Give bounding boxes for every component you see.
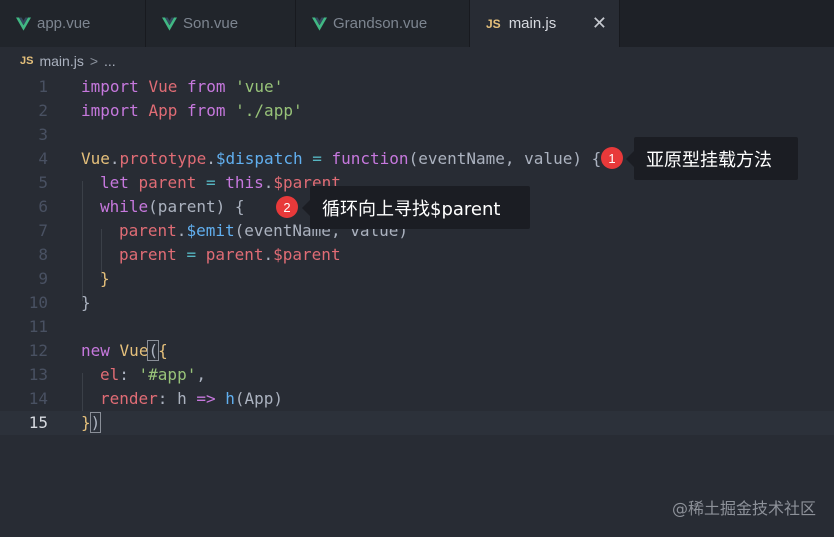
line-number: 12 <box>28 341 48 360</box>
breadcrumb-file[interactable]: main.js <box>39 53 83 69</box>
tab-bar: app.vue Son.vue Grandson.vue JS main.js … <box>0 0 834 47</box>
line-number: 11 <box>28 317 48 336</box>
annotation-callout-1: 亚原型挂载方法 <box>626 137 798 180</box>
js-icon: JS <box>486 16 501 31</box>
code-text: } <box>81 293 91 312</box>
vue-icon <box>312 16 327 31</box>
vue-icon <box>16 16 31 31</box>
code-text: render: h => h(App) <box>100 389 284 408</box>
line-number: 14 <box>28 389 48 408</box>
code-line-1: 1 import Vue from 'vue' <box>0 75 834 99</box>
line-number: 6 <box>38 197 48 216</box>
annotation-text: 亚原型挂载方法 <box>646 149 772 171</box>
chevron-right-icon: > <box>89 53 99 69</box>
line-number: 4 <box>38 149 48 168</box>
code-text: import App from './app' <box>81 101 303 120</box>
annotation-badge-1: 1 <box>601 147 623 169</box>
line-number: 3 <box>38 125 48 144</box>
breadcrumb-more[interactable]: ... <box>104 53 116 69</box>
code-text: }) <box>81 412 102 433</box>
breadcrumb: JS main.js > ... <box>0 47 834 75</box>
line-number: 13 <box>28 365 48 384</box>
tab-son-vue[interactable]: Son.vue <box>146 0 296 47</box>
line-number: 1 <box>38 77 48 96</box>
code-text: new Vue({ <box>81 340 168 361</box>
code-line-2: 2 import App from './app' <box>0 99 834 123</box>
tab-app-vue[interactable]: app.vue <box>0 0 146 47</box>
code-text: Vue.prototype.$dispatch = function(event… <box>81 149 602 168</box>
code-line-11: 11 <box>0 315 834 339</box>
code-text: let parent = this.$parent <box>100 173 341 192</box>
tab-label: app.vue <box>37 15 91 32</box>
code-line-15: 15 }) <box>0 411 834 435</box>
annotation-text: 循环向上寻找$parent <box>322 198 501 220</box>
code-text: el: '#app', <box>100 365 206 384</box>
line-number: 2 <box>38 101 48 120</box>
tab-grandson-vue[interactable]: Grandson.vue <box>296 0 470 47</box>
annotation-callout-2: 循环向上寻找$parent <box>302 186 530 229</box>
code-line-12: 12 new Vue({ <box>0 339 834 363</box>
line-number: 9 <box>38 269 48 288</box>
tab-main-js[interactable]: JS main.js ✕ <box>470 0 620 47</box>
vue-icon <box>162 16 177 31</box>
line-number: 8 <box>38 245 48 264</box>
code-line-14: 14 render: h => h(App) <box>0 387 834 411</box>
code-line-9: 9 } <box>0 267 834 291</box>
tab-label: main.js <box>508 15 557 32</box>
code-line-10: 10 } <box>0 291 834 315</box>
tab-label: Grandson.vue <box>333 15 428 32</box>
code-line-13: 13 el: '#app', <box>0 363 834 387</box>
line-number: 15 <box>28 413 48 432</box>
close-icon[interactable]: ✕ <box>592 13 607 34</box>
code-text: parent = parent.$parent <box>119 245 341 264</box>
code-text: } <box>100 269 110 288</box>
annotation-badge-2: 2 <box>276 196 298 218</box>
code-text: while(parent) { <box>100 197 245 216</box>
code-text: import Vue from 'vue' <box>81 77 284 96</box>
line-number: 10 <box>28 293 48 312</box>
tab-label: Son.vue <box>183 15 239 32</box>
line-number: 7 <box>38 221 48 240</box>
js-icon: JS <box>20 55 34 67</box>
code-line-8: 8 parent = parent.$parent <box>0 243 834 267</box>
watermark: @稀土掘金技术社区 <box>671 499 816 518</box>
line-number: 5 <box>38 173 48 192</box>
